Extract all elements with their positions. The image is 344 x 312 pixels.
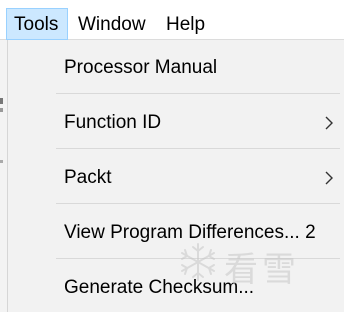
menu-window[interactable]: Window xyxy=(71,8,153,40)
chevron-right-icon xyxy=(325,116,333,129)
menu-item-label: Processor Manual xyxy=(64,56,218,78)
menu-item-generate-checksum[interactable]: Generate Checksum... xyxy=(8,260,344,312)
menu-separator xyxy=(56,93,340,94)
menu-item-label: Generate Checksum... xyxy=(64,276,255,298)
menu-item-packt[interactable]: Packt xyxy=(8,150,344,205)
menu-item-label: Function ID xyxy=(64,111,162,133)
background-toolbar-fragment xyxy=(0,108,3,112)
menu-help[interactable]: Help xyxy=(159,8,212,40)
menu-item-label: Packt xyxy=(64,166,112,188)
background-toolbar-fragment xyxy=(0,160,3,163)
menu-item-function-id[interactable]: Function ID xyxy=(8,95,344,150)
menu-separator xyxy=(56,258,340,259)
menu-separator xyxy=(56,203,340,204)
background-toolbar-fragment xyxy=(0,98,3,104)
menu-bar: Tools Window Help xyxy=(0,0,344,40)
chevron-right-icon xyxy=(325,171,333,184)
menu-item-processor-manual[interactable]: Processor Manual xyxy=(8,40,344,95)
menu-separator xyxy=(56,148,340,149)
menu-item-view-program-differences[interactable]: View Program Differences... 2 xyxy=(8,205,344,260)
application-window: Tools Window Help Processor Manual Funct… xyxy=(0,0,344,312)
menu-tools[interactable]: Tools xyxy=(6,8,68,40)
menu-item-label: View Program Differences... 2 xyxy=(64,221,316,243)
background-window-edge xyxy=(0,40,8,312)
tools-dropdown-menu: Processor Manual Function ID Packt View … xyxy=(8,40,344,312)
